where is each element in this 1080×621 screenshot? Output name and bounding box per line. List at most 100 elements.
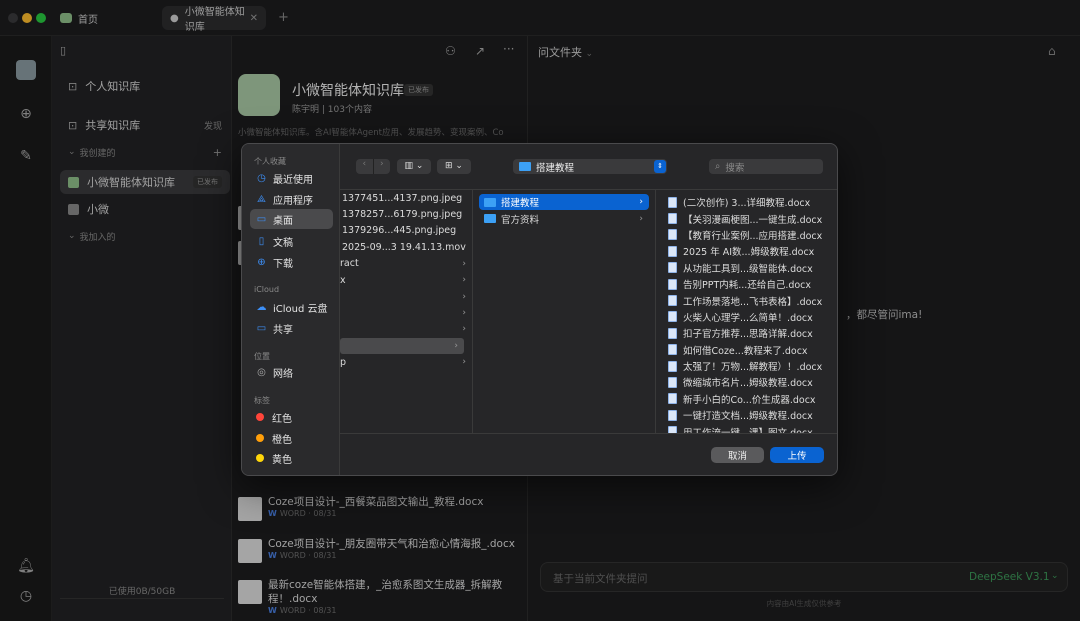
location-select[interactable]: 搭建教程 ⇕ [513,159,667,174]
file-name: 1378257...6179.png.jpeg [342,209,463,221]
group-button[interactable]: ⊞ ⌄ [437,159,471,174]
file-name: 一键打造文档...姆级教程.docx [683,411,813,423]
file-name: 1379296...445.png.jpeg [342,225,457,237]
list-item[interactable]: 1379296...445.png.jpeg [340,223,472,239]
list-item[interactable]: 微缩城市名片...姆级教程.docx [668,374,833,390]
document-icon [668,360,677,372]
sidebar-item-desktop[interactable]: ▭ 桌面 [250,209,333,229]
list-item[interactable]: p › [340,354,472,370]
view-mode-button[interactable]: ▥ ⌄ [397,159,431,174]
file-name: 新手小白的Co...价生成器.docx [683,394,816,406]
file-name: 2025-09...3 19.41.13.mov [342,241,466,253]
file-name: 【关羽漫画梗图...一键生成.docx [683,214,823,226]
list-item[interactable]: 【关羽漫画梗图...一键生成.docx [668,210,833,226]
divider [340,433,837,434]
chevron-right-icon: › [639,213,643,224]
chevron-right-icon: › [462,291,466,302]
list-item[interactable]: 1377451...4137.png.jpeg [340,190,472,206]
file-picker-sidebar: 个人收藏 ◷ 最近使用 ⟁ 应用程序 ▭ 桌面 ▯ 文稿 ⊕ 下载 iCloud ☁ iCl… [242,144,340,476]
list-item[interactable]: 太强了！万物...解教程）！.docx [668,358,833,374]
list-item[interactable]: 火柴人心理学...么简单！.docx [668,309,833,325]
list-item[interactable]: 扣子官方推荐...思路详解.docx [668,325,833,341]
document-icon [668,295,677,307]
search-input-placeholder: 搜索 [725,162,745,174]
upload-button[interactable]: 上传 [770,447,824,463]
sidebar-item-documents[interactable]: ▯ 文稿 [250,231,333,251]
folder-icon [519,162,531,171]
sidebar-item-recents[interactable]: ◷ 最近使用 [250,168,333,188]
tag-label: 绿色 [272,472,292,476]
sidebar-item-tag-red[interactable]: 红色 [250,407,333,427]
sidebar-item-documents-label: 文稿 [273,237,293,249]
file-name: p [340,356,347,368]
chevron-right-icon: › [462,307,466,318]
sidebar-item-tag-orange[interactable]: 橙色 [250,428,333,448]
list-item[interactable]: 工作场景落地...飞书表格】.docx [668,292,833,308]
sidebar-item-network-label: 网络 [273,368,293,380]
browser-column-1: 1377451...4137.png.jpeg 1378257...6179.p… [340,190,473,433]
favorites-header: 个人收藏 [254,157,286,166]
search-input[interactable]: ⌕ 搜索 [709,159,823,174]
cancel-button[interactable]: 取消 [711,447,764,463]
tag-dot-icon [256,454,264,462]
list-item[interactable]: 【教育行业案例...应用搭建.docx [668,227,833,243]
icloud-header: iCloud [254,285,280,294]
sidebar-item-applications[interactable]: ⟁ 应用程序 [250,189,333,209]
list-item[interactable]: 一键打造文档...姆级教程.docx [668,407,833,423]
folder-icon [484,214,496,224]
list-item[interactable]: 告别PPT内耗...还给自己.docx [668,276,833,292]
document-icon [668,409,677,421]
document-icon [668,344,677,356]
list-item[interactable]: x › [340,272,472,288]
file-name: 用工作流一键...课】图文.docx [683,425,813,433]
globe-icon: ◎ [257,366,266,378]
locations-header: 位置 [254,352,270,361]
sidebar-item-shared[interactable]: ▭ 共享 [250,318,333,338]
list-item[interactable]: 2025-09...3 19.41.13.mov [340,239,472,255]
list-item[interactable]: › [340,305,472,321]
list-item[interactable]: ract › [340,256,472,272]
file-name: 扣子官方推荐...思路详解.docx [683,329,813,341]
forward-button[interactable]: › [374,159,391,174]
sidebar-item-tag-yellow[interactable]: 黄色 [250,448,333,468]
file-picker-dialog: 个人收藏 ◷ 最近使用 ⟁ 应用程序 ▭ 桌面 ▯ 文稿 ⊕ 下载 iCloud ☁ iCl… [241,143,838,476]
tags-header: 标签 [254,396,270,405]
document-icon [668,278,677,290]
document-icon [668,426,677,433]
download-icon: ⊕ [257,256,266,268]
tag-label: 橙色 [272,434,292,446]
sidebar-item-desktop-label: 桌面 [273,215,293,227]
list-item[interactable]: 1378257...6179.png.jpeg [340,206,472,222]
list-item[interactable]: 从功能工具到...级智能体.docx [668,260,833,276]
list-item[interactable]: 用工作流一键...课】图文.docx [668,423,833,433]
list-item[interactable]: 如何借Coze...教程来了.docx [668,342,833,358]
chevron-right-icon: › [462,324,466,335]
list-item[interactable]: (二次创作) 3...详细教程.docx [668,194,833,210]
document-icon [668,229,677,241]
list-item[interactable]: 官方资料 › [479,210,649,226]
chevron-right-icon: › [454,340,458,351]
list-item-selected[interactable]: › [340,337,464,354]
list-item[interactable]: 新手小白的Co...价生成器.docx [668,391,833,407]
document-icon [668,213,677,225]
shared-folder-icon: ▭ [256,322,267,334]
file-name: 1377451...4137.png.jpeg [342,192,463,204]
sidebar-item-downloads[interactable]: ⊕ 下载 [250,252,333,272]
sidebar-item-icloud-drive-label: iCloud 云盘 [273,303,328,315]
list-item[interactable]: › [340,321,472,337]
sidebar-item-tag-green[interactable]: 绿色 [250,469,333,476]
chevron-updown-icon: ⇕ [654,160,666,173]
chevron-right-icon: › [462,357,466,368]
folder-name: 搭建教程 [501,198,540,210]
list-item[interactable]: 2025 年 AI数...姆级教程.docx [668,243,833,259]
back-button[interactable]: ‹ [356,159,374,174]
document-icon [668,311,677,323]
file-name: ract [340,258,359,270]
apps-icon: ⟁ [257,193,266,205]
list-item-selected[interactable]: 搭建教程 › [479,194,649,211]
search-icon: ⌕ [715,161,721,172]
list-item[interactable]: › [340,288,472,304]
folder-icon [484,197,496,207]
sidebar-item-icloud-drive[interactable]: ☁ iCloud 云盘 [250,297,333,317]
sidebar-item-network[interactable]: ◎ 网络 [250,362,333,382]
